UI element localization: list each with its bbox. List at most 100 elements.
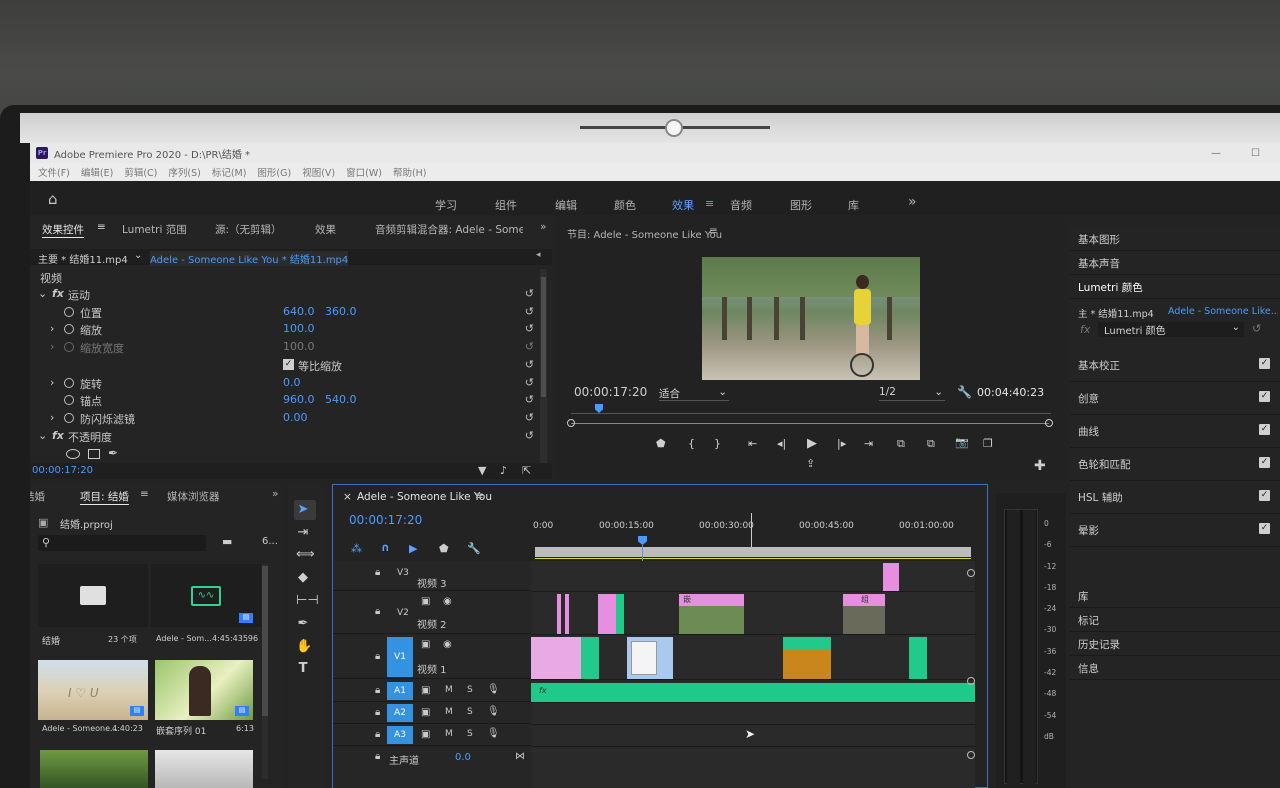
panel-markers[interactable]: 标记	[1070, 608, 1280, 632]
more-tabs-icon[interactable]: »	[540, 221, 546, 233]
clip-thumb[interactable]	[155, 750, 253, 788]
slip-tool-icon[interactable]: ⊢⊣	[296, 594, 319, 608]
lock-icon[interactable]: 🔒︎	[375, 707, 380, 718]
position-y-value[interactable]: 360.0	[325, 305, 357, 318]
panel-menu-icon[interactable]: ≡	[709, 225, 718, 237]
section-enable-checkbox[interactable]: ✓	[1259, 424, 1270, 435]
clip-v2-nested[interactable]: 嵌	[679, 594, 744, 634]
uniform-scale-checkbox[interactable]: ✓	[283, 359, 294, 370]
mark-in-icon[interactable]: {	[688, 437, 695, 450]
menu-view[interactable]: 视图(V)	[302, 165, 335, 179]
resolution-dropdown[interactable]: 1/2 ⌄	[879, 386, 945, 401]
reset-icon[interactable]: ↺	[525, 376, 534, 389]
mute-button[interactable]: M	[445, 729, 453, 739]
clip-v1[interactable]	[909, 637, 927, 679]
source-patch-a1[interactable]: A1	[387, 682, 413, 700]
effect-opacity[interactable]: ⌄ fx 不透明度 ↺	[30, 428, 540, 445]
menu-graphics[interactable]: 图形(G)	[257, 165, 291, 179]
minimize-icon[interactable]: —	[1211, 148, 1221, 159]
type-tool-icon[interactable]: T	[296, 662, 310, 676]
program-video-frame[interactable]	[702, 257, 920, 380]
linked-selection-icon[interactable]: ▶	[409, 542, 417, 555]
close-sequence-icon[interactable]: ×	[343, 491, 352, 503]
workspace-effects[interactable]: 效果	[672, 197, 694, 213]
section-basic-correction[interactable]: 基本校正 ✓	[1070, 349, 1280, 382]
toggle-sync-icon[interactable]: ▣	[421, 639, 430, 650]
scale-value[interactable]: 100.0	[283, 322, 315, 335]
work-area-bar[interactable]	[535, 547, 971, 557]
step-forward-icon[interactable]: |▸	[837, 437, 846, 450]
go-to-out-icon[interactable]: ⇥	[864, 437, 873, 450]
filter-icon[interactable]: ▼	[478, 464, 486, 477]
track-v1[interactable]: 🔒︎ V1 ▣ ◉ 视频 1	[333, 635, 531, 679]
lumetri-sequence-clip[interactable]: Adele - Someone Like...	[1168, 306, 1278, 317]
microphone-icon[interactable]: 🎙︎	[487, 728, 500, 739]
clip-v2[interactable]	[557, 594, 561, 634]
collapse-arrow-icon[interactable]: ◂	[536, 250, 541, 260]
track-a3[interactable]: 🔒︎ A3 ▣ M S 🎙︎	[333, 725, 531, 746]
play-icon[interactable]: ▶	[807, 436, 817, 451]
workspace-editing[interactable]: 编辑	[555, 197, 577, 213]
mute-button[interactable]: M	[445, 707, 453, 717]
pen-mask-icon[interactable]: ✒	[108, 446, 118, 460]
workspace-learn[interactable]: 学习	[435, 197, 457, 213]
reset-icon[interactable]: ↺	[1252, 322, 1261, 335]
zoom-handle-left[interactable]	[567, 419, 575, 427]
lock-icon[interactable]: 🔒︎	[375, 567, 380, 578]
time-ruler[interactable]: 0:00 00:00:15:00 00:00:30:00 00:00:45:00…	[531, 515, 981, 537]
nested-sequence-thumb[interactable]: ▤	[155, 660, 253, 720]
workspace-graphics[interactable]: 图形	[790, 197, 812, 213]
section-enable-checkbox[interactable]: ✓	[1259, 358, 1270, 369]
track-scroll-handle[interactable]	[967, 751, 975, 759]
export-frame-icon[interactable]: ⇪	[806, 457, 815, 470]
workspace-libraries[interactable]: 库	[848, 197, 859, 213]
chevron-down-icon[interactable]: ⌄	[134, 250, 142, 261]
program-ruler[interactable]	[571, 413, 1051, 414]
track-v3[interactable]: 🔒︎ V3 视频 3	[333, 561, 531, 591]
clip-v1[interactable]	[581, 637, 599, 679]
tab-effect-controls[interactable]: 效果控件	[42, 222, 84, 237]
timeline-sequence-title[interactable]: Adele - Someone Like You	[357, 491, 492, 503]
clip-v1-selected[interactable]	[627, 637, 673, 679]
tab-audio-mixer[interactable]: 音频剪辑混合器: Adele - Someor	[375, 222, 523, 237]
section-enable-checkbox[interactable]: ✓	[1259, 490, 1270, 501]
panel-libraries[interactable]: 库	[1070, 584, 1280, 608]
master-volume-value[interactable]: 0.0	[455, 752, 471, 763]
rectangle-mask-icon[interactable]	[88, 449, 100, 459]
position-x-value[interactable]: 640.0	[283, 305, 315, 318]
ripple-edit-tool-icon[interactable]: ⟺	[296, 548, 315, 562]
clip-v2[interactable]	[565, 594, 569, 634]
reset-icon[interactable]: ↺	[525, 411, 534, 424]
source-patch-a2[interactable]: A2	[387, 704, 413, 722]
toggle-sync-icon[interactable]: ▣	[421, 685, 430, 696]
timeline-timecode[interactable]: 00:00:17:20	[349, 513, 422, 527]
camera-icon[interactable]: 📷	[955, 436, 969, 449]
go-to-in-icon[interactable]: ⇤	[748, 437, 757, 450]
source-patch-v1[interactable]: V1	[387, 637, 413, 677]
rotation-value[interactable]: 0.0	[283, 376, 301, 389]
home-icon[interactable]: ⌂	[48, 190, 64, 208]
reset-icon[interactable]: ↺	[525, 305, 534, 318]
solo-button[interactable]: S	[467, 707, 473, 717]
menu-file[interactable]: 文件(F)	[38, 165, 70, 179]
menu-clip[interactable]: 剪辑(C)	[124, 165, 157, 179]
program-playhead[interactable]	[595, 404, 603, 413]
clip-v2[interactable]	[616, 594, 624, 634]
step-back-icon[interactable]: ◂|	[777, 437, 786, 450]
toggle-sync-icon[interactable]: ▣	[421, 707, 430, 718]
menu-help[interactable]: 帮助(H)	[393, 165, 427, 179]
toggle-sync-icon[interactable]: ▣	[421, 729, 430, 740]
clip-thumb[interactable]	[40, 750, 148, 788]
panel-lumetri-color[interactable]: Lumetri 颜色	[1070, 275, 1280, 299]
add-marker-icon[interactable]: ⬟	[439, 542, 449, 555]
clip-v3[interactable]	[883, 563, 899, 591]
effect-scrollbar[interactable]	[540, 269, 547, 469]
tab-source[interactable]: 源:（无剪辑）	[215, 222, 282, 237]
more-workspaces-icon[interactable]: »	[908, 194, 917, 210]
tab-bin[interactable]: 结婚	[30, 489, 45, 504]
workspace-menu-icon[interactable]: ≡	[705, 197, 714, 210]
tab-media-browser[interactable]: 媒体浏览器	[167, 489, 220, 504]
eye-icon[interactable]: ◉	[443, 639, 452, 650]
lumetri-fx-dropdown[interactable]: Lumetri 颜色 ⌄	[1098, 322, 1244, 337]
bin-folder-thumb[interactable]	[38, 564, 148, 627]
